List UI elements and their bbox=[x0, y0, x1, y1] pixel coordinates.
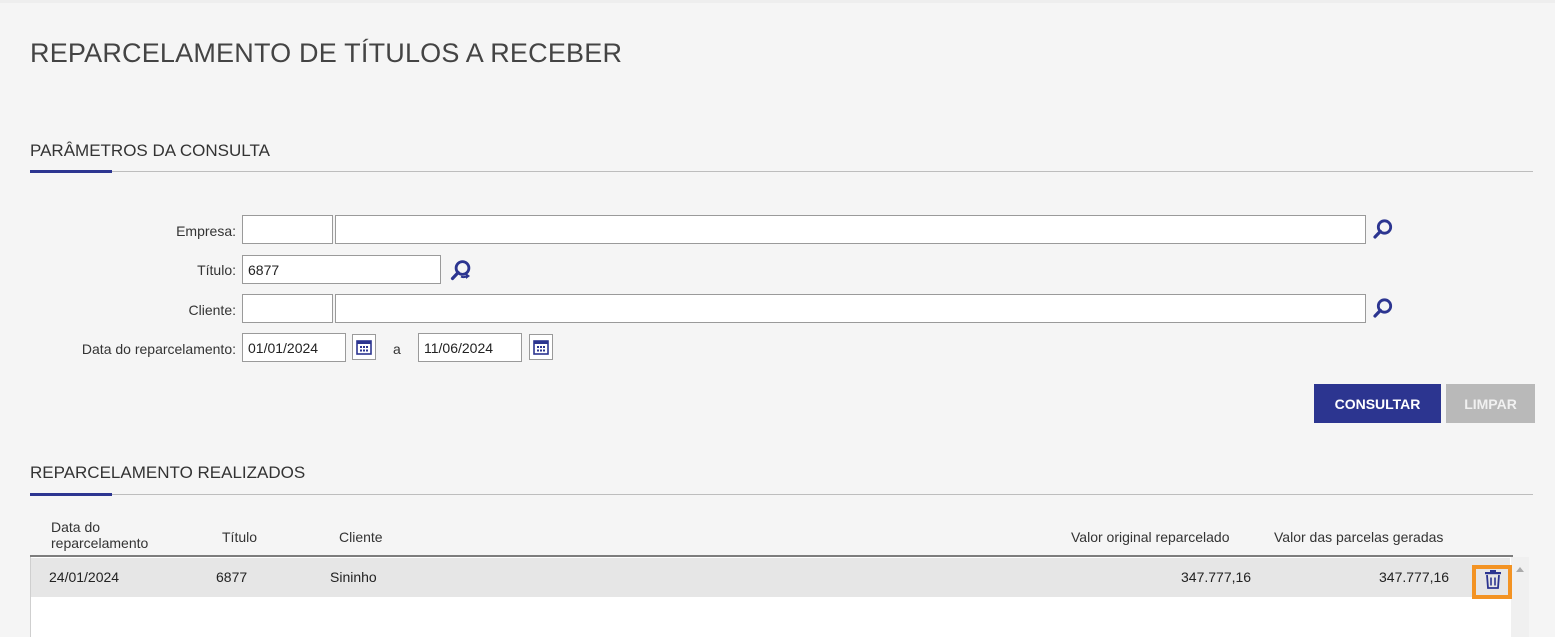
table-row[interactable] bbox=[31, 558, 1510, 597]
empresa-code-input[interactable] bbox=[242, 215, 333, 244]
data-to-input[interactable] bbox=[418, 333, 522, 362]
data-from-input[interactable] bbox=[242, 333, 346, 362]
cliente-label: Cliente: bbox=[188, 302, 236, 318]
query-section-accent bbox=[30, 170, 112, 173]
date-range-separator: a bbox=[393, 341, 401, 357]
titulo-label: Título: bbox=[197, 262, 236, 278]
column-header-valor-original[interactable]: Valor original reparcelado bbox=[1071, 529, 1230, 545]
query-section-rule bbox=[30, 171, 1533, 172]
data-reparcelamento-label: Data do reparcelamento: bbox=[81, 341, 236, 357]
cell-titulo: 6877 bbox=[216, 569, 248, 585]
cell-valor-parcelas: 347.777,16 bbox=[1379, 569, 1450, 585]
titulo-input[interactable] bbox=[242, 255, 441, 284]
column-header-data[interactable]: Data do reparcelamento bbox=[51, 519, 148, 551]
search-icon bbox=[1373, 298, 1393, 318]
search-refresh-icon bbox=[450, 260, 471, 281]
column-header-data-line2: reparcelamento bbox=[51, 535, 149, 551]
results-section-rule bbox=[30, 494, 1533, 495]
column-header-data-line1: Data do bbox=[51, 519, 101, 535]
column-header-valor-parcelas[interactable]: Valor das parcelas geradas bbox=[1274, 529, 1443, 545]
titulo-search-button[interactable] bbox=[447, 256, 475, 284]
cliente-code-input[interactable] bbox=[242, 294, 333, 323]
empresa-name-input[interactable] bbox=[335, 215, 1366, 244]
cliente-name-input[interactable] bbox=[335, 294, 1366, 323]
top-bar bbox=[0, 0, 1555, 3]
results-section-accent bbox=[30, 493, 112, 496]
query-section-title: PARÂMETROS DA CONSULTA bbox=[30, 141, 270, 160]
cell-valor-original: 347.777,16 bbox=[1181, 569, 1252, 585]
column-header-titulo[interactable]: Título bbox=[222, 529, 257, 545]
cell-cliente: Sininho bbox=[330, 569, 377, 585]
delete-highlight-box bbox=[1472, 565, 1512, 599]
results-section-title: REPARCELAMENTO REALIZADOS bbox=[30, 463, 306, 482]
cell-data: 24/01/2024 bbox=[49, 569, 120, 585]
scroll-up-arrow-icon[interactable] bbox=[1516, 567, 1524, 572]
calendar-icon bbox=[533, 340, 549, 355]
data-from-calendar-button[interactable] bbox=[352, 334, 376, 360]
data-to-calendar-button[interactable] bbox=[529, 334, 553, 360]
column-header-cliente[interactable]: Cliente bbox=[339, 529, 383, 545]
search-icon bbox=[1373, 219, 1393, 239]
empresa-label: Empresa: bbox=[176, 223, 236, 239]
empresa-search-button[interactable] bbox=[1369, 215, 1397, 243]
page-title: REPARCELAMENTO DE TÍTULOS A RECEBER bbox=[30, 38, 623, 68]
limpar-button[interactable]: LIMPAR bbox=[1446, 384, 1535, 423]
consultar-button[interactable]: CONSULTAR bbox=[1314, 384, 1441, 423]
calendar-icon bbox=[356, 340, 372, 355]
cliente-search-button[interactable] bbox=[1369, 294, 1397, 322]
